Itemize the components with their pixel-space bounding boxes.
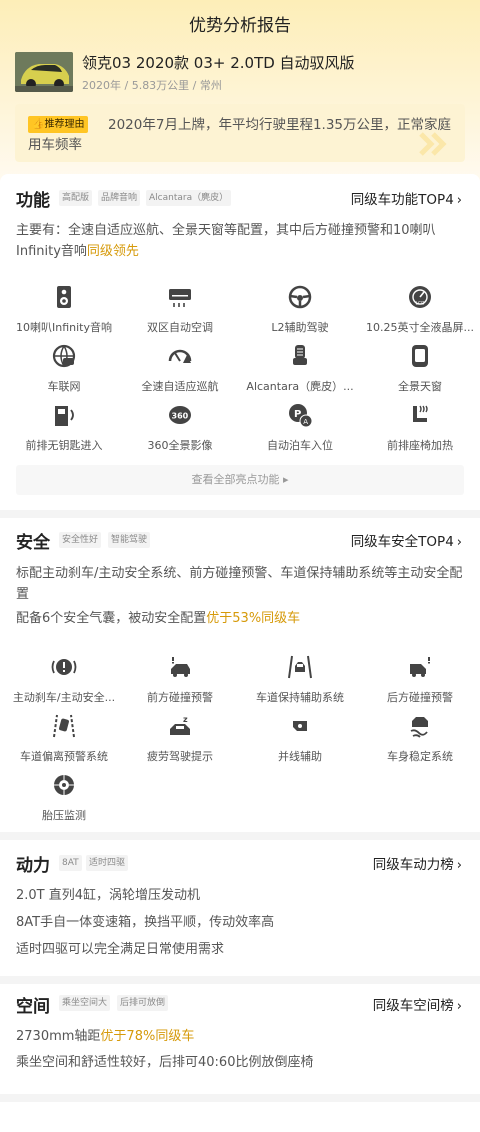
feature-item[interactable]: Alcantara（麂皮）... [240, 343, 360, 394]
feature-item[interactable]: 全景天窗 [360, 343, 480, 394]
feature-item[interactable]: 360 360全景影像 [120, 402, 240, 453]
safety-item[interactable]: z 疲劳驾驶提示 [120, 713, 240, 764]
space-wheelbase-text: 2730mm轴距优于78%同级车 [16, 1029, 195, 1044]
section-divider [0, 510, 480, 518]
recommend-reason-card: 2020年7月上牌，年平均行驶里程1.35万公里，正常家庭用车频率 👍推荐理由 [15, 104, 465, 162]
safety-item[interactable]: 胎压监测 [4, 772, 124, 823]
stability-icon [410, 717, 428, 738]
safety-item[interactable]: 前方碰撞预警 [120, 654, 240, 705]
car-meta: 2020年 / 5.83万公里 / 常州 [82, 79, 222, 92]
seat-heating-icon [413, 405, 428, 422]
view-all-features-button[interactable]: 查看全部亮点功能 ▸ [16, 465, 464, 495]
car-name: 领克03 2020款 03+ 2.0TD 自动驭风版 [82, 54, 355, 72]
connected-car-icon [52, 344, 76, 368]
front-collision-icon [171, 657, 190, 677]
safety-item[interactable]: 主动刹车/主动安全... [4, 654, 124, 705]
feature-item[interactable]: 全速自适应巡航 [120, 343, 240, 394]
function-description: 主要有：全速自适应巡航、全景天窗等配置，其中后方碰撞预警和10喇叭Infinit… [16, 223, 436, 259]
chevron-right-icon: › [456, 858, 462, 873]
safety-rank-link[interactable]: 同级车安全TOP4 › [351, 530, 462, 550]
feature-item[interactable]: 双区自动空调 [120, 284, 240, 335]
function-title: 功能 [16, 191, 50, 211]
feature-item[interactable]: LCD 10.25英寸全液晶屏... [360, 284, 480, 335]
steering-wheel-icon [288, 285, 312, 309]
safety-title: 安全 [16, 533, 50, 553]
svg-text:A: A [303, 418, 308, 426]
space-tag: 后排可放倒 [117, 995, 169, 1011]
function-tag: 高配版 [59, 190, 93, 206]
space-comfort-text: 乘坐空间和舒适性较好，后排可40:60比例放倒座椅 [16, 1055, 314, 1070]
page-title: 优势分析报告 [189, 16, 291, 36]
triangle-right-icon: ▸ [282, 473, 289, 486]
seat-icon [293, 345, 307, 365]
power-rank-link[interactable]: 同级车动力榜 › [373, 853, 462, 873]
function-rank-link[interactable]: 同级车功能TOP4 › [351, 188, 462, 208]
chevron-right-icon: › [456, 999, 462, 1014]
section-divider [0, 832, 480, 840]
function-section: 功能 高配版 品牌音响 Alcantara（麂皮） 同级车功能TOP4 › 主要有… [0, 174, 480, 504]
safety-tag: 安全性好 [59, 532, 102, 548]
feature-item[interactable]: 前排无钥匙进入 [4, 402, 124, 453]
safety-item[interactable]: 车道偏离预警系统 [4, 713, 124, 764]
keyless-door-icon [55, 406, 74, 426]
safety-airbag-description: 配备6个安全气囊，被动安全配置优于53%同级车 [16, 611, 301, 626]
section-divider [0, 976, 480, 984]
svg-text:LCD: LCD [416, 301, 426, 307]
blind-spot-icon [293, 721, 307, 731]
chevron-right-icon: › [456, 535, 462, 550]
rear-collision-icon [410, 657, 430, 677]
power-section: 动力 8AT 适时四驱 同级车动力榜 › 2.0T 直列4缸，涡轮增压发动机 8A… [0, 840, 480, 976]
space-rank-link[interactable]: 同级车空间榜 › [373, 994, 462, 1014]
air-conditioner-icon [169, 289, 191, 307]
space-title: 空间 [16, 997, 50, 1017]
power-engine-text: 2.0T 直列4缸，涡轮增压发动机 [16, 888, 201, 903]
svg-text:z: z [183, 715, 188, 724]
feature-item[interactable]: 车联网 [4, 343, 124, 394]
speaker-icon [57, 286, 71, 308]
safety-section: 安全 安全性好 智能驾驶 同级车安全TOP4 › 标配主动刹车/主动安全系统、前方… [0, 518, 480, 832]
lcd-gauge-icon: LCD [409, 286, 431, 308]
lane-keep-icon [288, 655, 312, 679]
fatigue-icon: z [170, 715, 190, 735]
auto-parking-icon: PA [289, 404, 313, 428]
cruise-control-icon [168, 349, 192, 363]
power-transmission-text: 8AT手自一体变速箱，换挡平顺，传动效率高 [16, 915, 275, 930]
car-thumbnail[interactable] [15, 52, 73, 92]
safety-description: 标配主动刹车/主动安全系统、前方碰撞预警、车道保持辅助系统等主动安全配置 [16, 566, 463, 602]
active-brake-icon [51, 659, 77, 675]
sunroof-icon [412, 345, 428, 367]
function-tag: 品牌音响 [98, 190, 141, 206]
feature-item[interactable]: L2辅助驾驶 [240, 284, 360, 335]
recommend-reason-tag: 👍推荐理由 [28, 116, 89, 133]
feature-item[interactable]: 10喇叭Infinity音响 [4, 284, 124, 335]
safety-item[interactable]: 车身稳定系统 [360, 713, 480, 764]
feature-item[interactable]: 前排座椅加热 [360, 402, 480, 453]
safety-item[interactable]: 车道保持辅助系统 [240, 654, 360, 705]
function-tag: Alcantara（麂皮） [146, 190, 232, 206]
safety-item[interactable]: 并线辅助 [240, 713, 360, 764]
svg-text:360: 360 [172, 412, 189, 421]
double-chevron-icon [419, 132, 447, 156]
feature-item[interactable]: PA 自动泊车入位 [240, 402, 360, 453]
safety-tag: 智能驾驶 [108, 532, 151, 548]
power-tag: 8AT [59, 855, 82, 871]
power-tag: 适时四驱 [86, 855, 129, 871]
space-section: 空间 乘坐空间大 后排可放倒 同级车空间榜 › 2730mm轴距优于78%同级车 … [0, 984, 480, 1094]
thumbs-up-icon: 👍 [32, 119, 45, 130]
power-title: 动力 [16, 856, 50, 876]
section-divider [0, 1094, 480, 1102]
chevron-right-icon: › [456, 193, 462, 208]
safety-item[interactable]: 后方碰撞预警 [360, 654, 480, 705]
space-tag: 乘坐空间大 [59, 995, 111, 1011]
tire-pressure-icon [54, 775, 74, 795]
recommend-reason-text: 2020年7月上牌，年平均行驶里程1.35万公里，正常家庭用车频率 [28, 117, 452, 153]
power-drive-text: 适时四驱可以完全满足日常使用需求 [16, 942, 225, 957]
lane-departure-icon [53, 714, 75, 738]
camera-360-icon: 360 [169, 406, 191, 424]
